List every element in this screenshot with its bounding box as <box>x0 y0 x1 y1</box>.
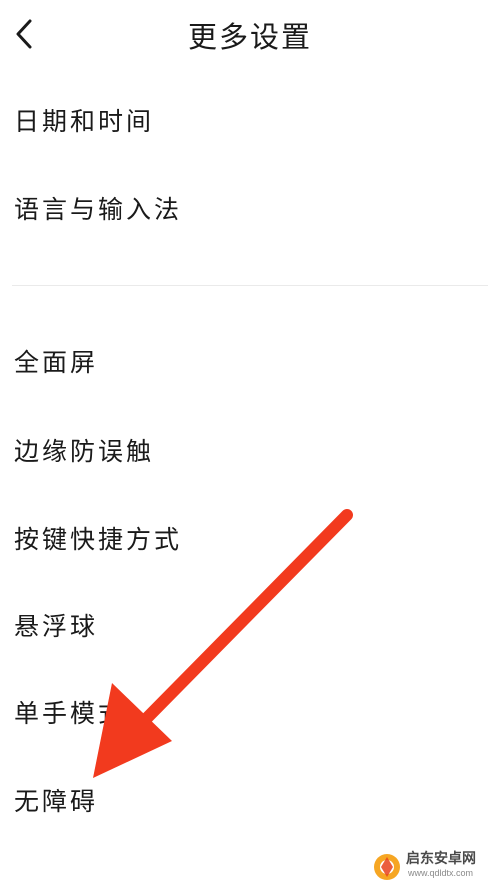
settings-item-label: 边缘防误触 <box>14 437 155 466</box>
settings-item-floating-ball[interactable]: 悬浮球 <box>14 601 484 649</box>
settings-item-language-input[interactable]: 语言与输入法 <box>14 184 484 232</box>
settings-item-label: 单手模式 <box>14 699 127 728</box>
settings-item-label: 无障碍 <box>14 787 99 816</box>
settings-item-full-screen[interactable]: 全面屏 <box>14 337 484 385</box>
settings-item-label: 全面屏 <box>14 348 99 377</box>
settings-item-accessibility[interactable]: 无障碍 <box>14 776 484 824</box>
header: 更多设置 <box>0 0 500 68</box>
settings-item-label: 按键快捷方式 <box>14 525 183 554</box>
watermark-url: www.qdldtx.com <box>408 868 474 878</box>
watermark: 启东安卓网 www.qdldtx.com <box>372 848 498 884</box>
settings-item-label: 日期和时间 <box>14 107 155 136</box>
settings-item-label: 悬浮球 <box>14 612 99 641</box>
settings-item-key-shortcuts[interactable]: 按键快捷方式 <box>14 514 484 562</box>
watermark-name: 启东安卓网 <box>406 850 476 866</box>
settings-item-one-hand-mode[interactable]: 单手模式 <box>14 688 484 736</box>
section-divider <box>12 285 488 286</box>
watermark-logo-icon <box>374 854 400 880</box>
settings-item-edge-protection[interactable]: 边缘防误触 <box>14 426 484 474</box>
settings-item-date-time[interactable]: 日期和时间 <box>14 96 484 144</box>
page-title: 更多设置 <box>187 20 312 54</box>
settings-item-label: 语言与输入法 <box>14 195 183 224</box>
